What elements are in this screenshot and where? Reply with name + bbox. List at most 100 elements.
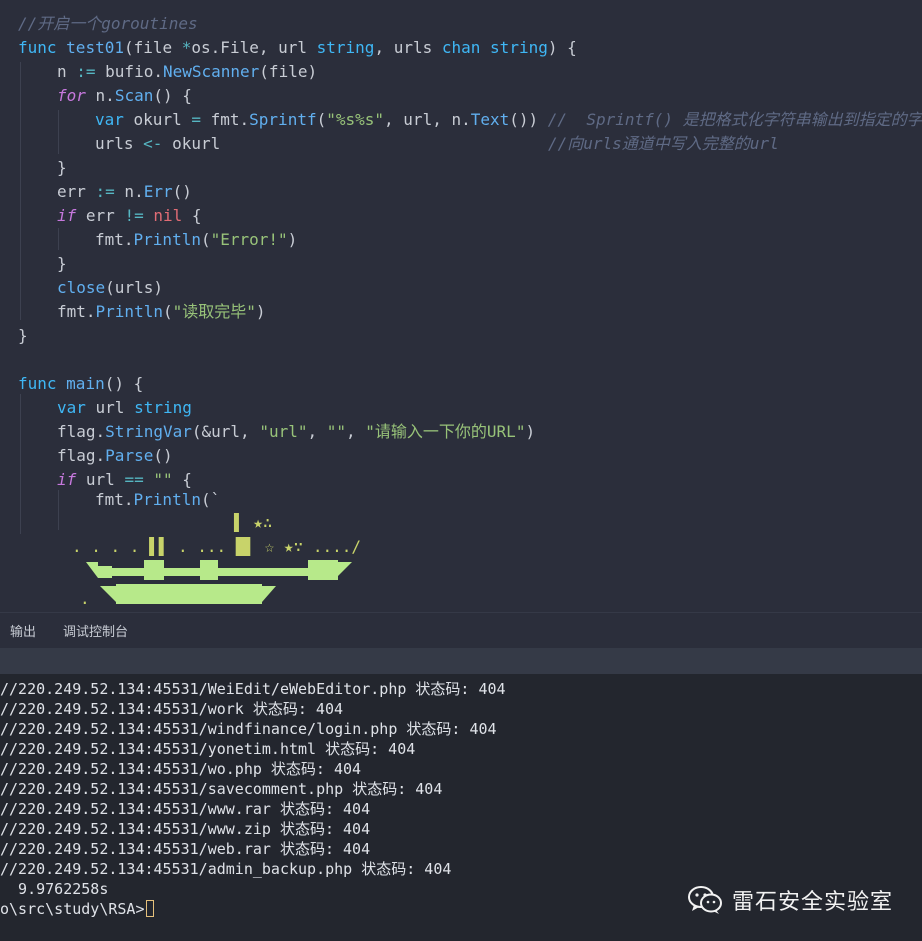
code-text: ) {: [547, 38, 577, 57]
keyword: var: [95, 110, 124, 129]
code-line-18: flag.StringVar(&url, "url", "", "请输入一下你的…: [57, 422, 535, 442]
code-line-7: }: [57, 158, 67, 178]
comment: //开启一个goroutines: [18, 14, 198, 33]
code-line-20: if url == "" {: [57, 470, 192, 490]
operator: ==: [124, 470, 144, 489]
code-text: flag.: [57, 446, 106, 465]
code-text: () {: [153, 86, 192, 105]
code-text: {: [182, 206, 202, 225]
code-text: }: [18, 326, 28, 345]
code-text: (: [162, 302, 173, 321]
function-name: main: [66, 374, 105, 393]
ascii-art-dot: .: [80, 589, 90, 608]
code-line-8: err := n.Err(): [57, 182, 192, 202]
code-text: ): [287, 230, 298, 249]
code-text: (file: [123, 38, 182, 57]
code-line-10: fmt.Println("Error!"): [95, 230, 297, 250]
comment: //向urls通道中写入完整的url: [548, 134, 779, 153]
terminal-line: //220.249.52.134:45531/work 状态码: 404: [0, 700, 344, 718]
code-text: err: [57, 182, 96, 201]
code-text: url: [85, 398, 135, 417]
function-name: close: [57, 278, 106, 297]
code-text: err: [76, 206, 125, 225]
indent-guide: [58, 110, 59, 154]
string-literal: "": [153, 470, 173, 489]
code-text: }: [57, 254, 67, 273]
keyword: if: [57, 470, 77, 489]
code-text: (): [172, 182, 192, 201]
panel-tab-bar: 输出 调试控制台: [0, 612, 922, 649]
terminal-line: //220.249.52.134:45531/wo.php 状态码: 404: [0, 760, 362, 778]
keyword: var: [57, 398, 86, 417]
code-text: {: [172, 470, 192, 489]
terminal-line: //220.249.52.134:45531/yonetim.html 状态码:…: [0, 740, 416, 758]
operator: :=: [76, 62, 96, 81]
ascii-art-row-1: ▌ ★∴: [233, 512, 273, 532]
code-line-4: for n.Scan() {: [57, 86, 192, 106]
terminal-line: //220.249.52.134:45531/www.rar 状态码: 404: [0, 800, 371, 818]
string-literal: "读取完毕": [172, 302, 256, 321]
code-line-12: close(urls): [57, 278, 163, 298]
watermark: 雷石安全实验室: [686, 882, 893, 918]
string-literal: "Error!": [210, 230, 288, 249]
code-text: ,: [346, 422, 366, 441]
boat-hull-upper: [86, 560, 352, 580]
terminal-line: //220.249.52.134:45531/admin_backup.php …: [0, 860, 452, 878]
code-text: url: [76, 470, 125, 489]
indent-guide: [20, 62, 21, 320]
terminal-line: //220.249.52.134:45531/www.zip 状态码: 404: [0, 820, 371, 838]
code-editor[interactable]: //开启一个goroutines func test01(file *os.Fi…: [0, 0, 922, 612]
terminal-prompt: o\src\study\RSA>: [0, 900, 145, 918]
code-text: ): [525, 422, 536, 441]
code-line-6: urls <- okurl: [95, 134, 220, 154]
function-name: Println: [133, 490, 201, 509]
tab-debug-console[interactable]: 调试控制台: [63, 621, 128, 640]
code-line-1: //开启一个goroutines: [18, 14, 198, 34]
code-line-13: fmt.Println("读取完毕"): [57, 302, 266, 322]
boat-hull-lower: [100, 584, 276, 604]
comment: // Sprintf() 是把格式化字符串输出到指定的字符串中: [547, 110, 922, 129]
function-name: Scan: [114, 86, 154, 105]
code-text: urls: [95, 134, 144, 153]
code-text: (urls): [105, 278, 163, 297]
code-text: (: [316, 110, 327, 129]
code-line-21: fmt.Println(`: [95, 490, 220, 510]
code-line-5: var okurl = fmt.Sprintf("%s%s", url, n.T…: [95, 110, 922, 130]
terminal-line: //220.249.52.134:45531/web.rar 状态码: 404: [0, 840, 371, 858]
code-text: (file): [259, 62, 318, 81]
function-name: Text: [470, 110, 510, 129]
type: string: [134, 398, 192, 417]
terminal-line: //220.249.52.134:45531/savecomment.php 状…: [0, 780, 443, 798]
type: string: [490, 38, 548, 57]
code-text: fmt.: [57, 302, 96, 321]
terminal-prompt-line[interactable]: o\src\study\RSA>: [0, 899, 154, 919]
terminal-line-elapsed: 9.9762258s: [0, 880, 109, 898]
code-text: n: [57, 62, 77, 81]
code-line-11: }: [57, 254, 67, 274]
code-text: () {: [104, 374, 144, 393]
code-line-19: flag.Parse(): [57, 446, 173, 466]
tab-output[interactable]: 输出: [10, 621, 36, 640]
function-name: NewScanner: [162, 62, 260, 81]
string-literal: "%s%s": [326, 110, 385, 129]
ascii-art-boat: ▌ ★∴ . . . . ▌▌ . ... █▌ ☆ ★∵ ..../ .: [72, 512, 361, 608]
code-text: n.: [85, 86, 115, 105]
function-name: Println: [133, 230, 201, 249]
keyword: func: [18, 38, 57, 57]
code-text: fmt.: [95, 490, 134, 509]
ascii-art-row-2: . . . . ▌▌ . ... █▌ ☆ ★∵ ..../: [72, 536, 361, 556]
function-name: Parse: [105, 446, 154, 465]
code-text: bufio.: [95, 62, 163, 81]
terminal-line: //220.249.52.134:45531/WeiEdit/eWebEdito…: [0, 680, 506, 698]
code-line-17: var url string: [57, 398, 192, 418]
code-text: ()): [509, 110, 548, 129]
code-text: }: [57, 158, 67, 177]
terminal-cursor: [145, 900, 154, 917]
keyword: chan: [441, 38, 481, 57]
operator: =: [191, 110, 201, 129]
keyword: if: [57, 206, 77, 225]
keyword: func: [18, 374, 57, 393]
